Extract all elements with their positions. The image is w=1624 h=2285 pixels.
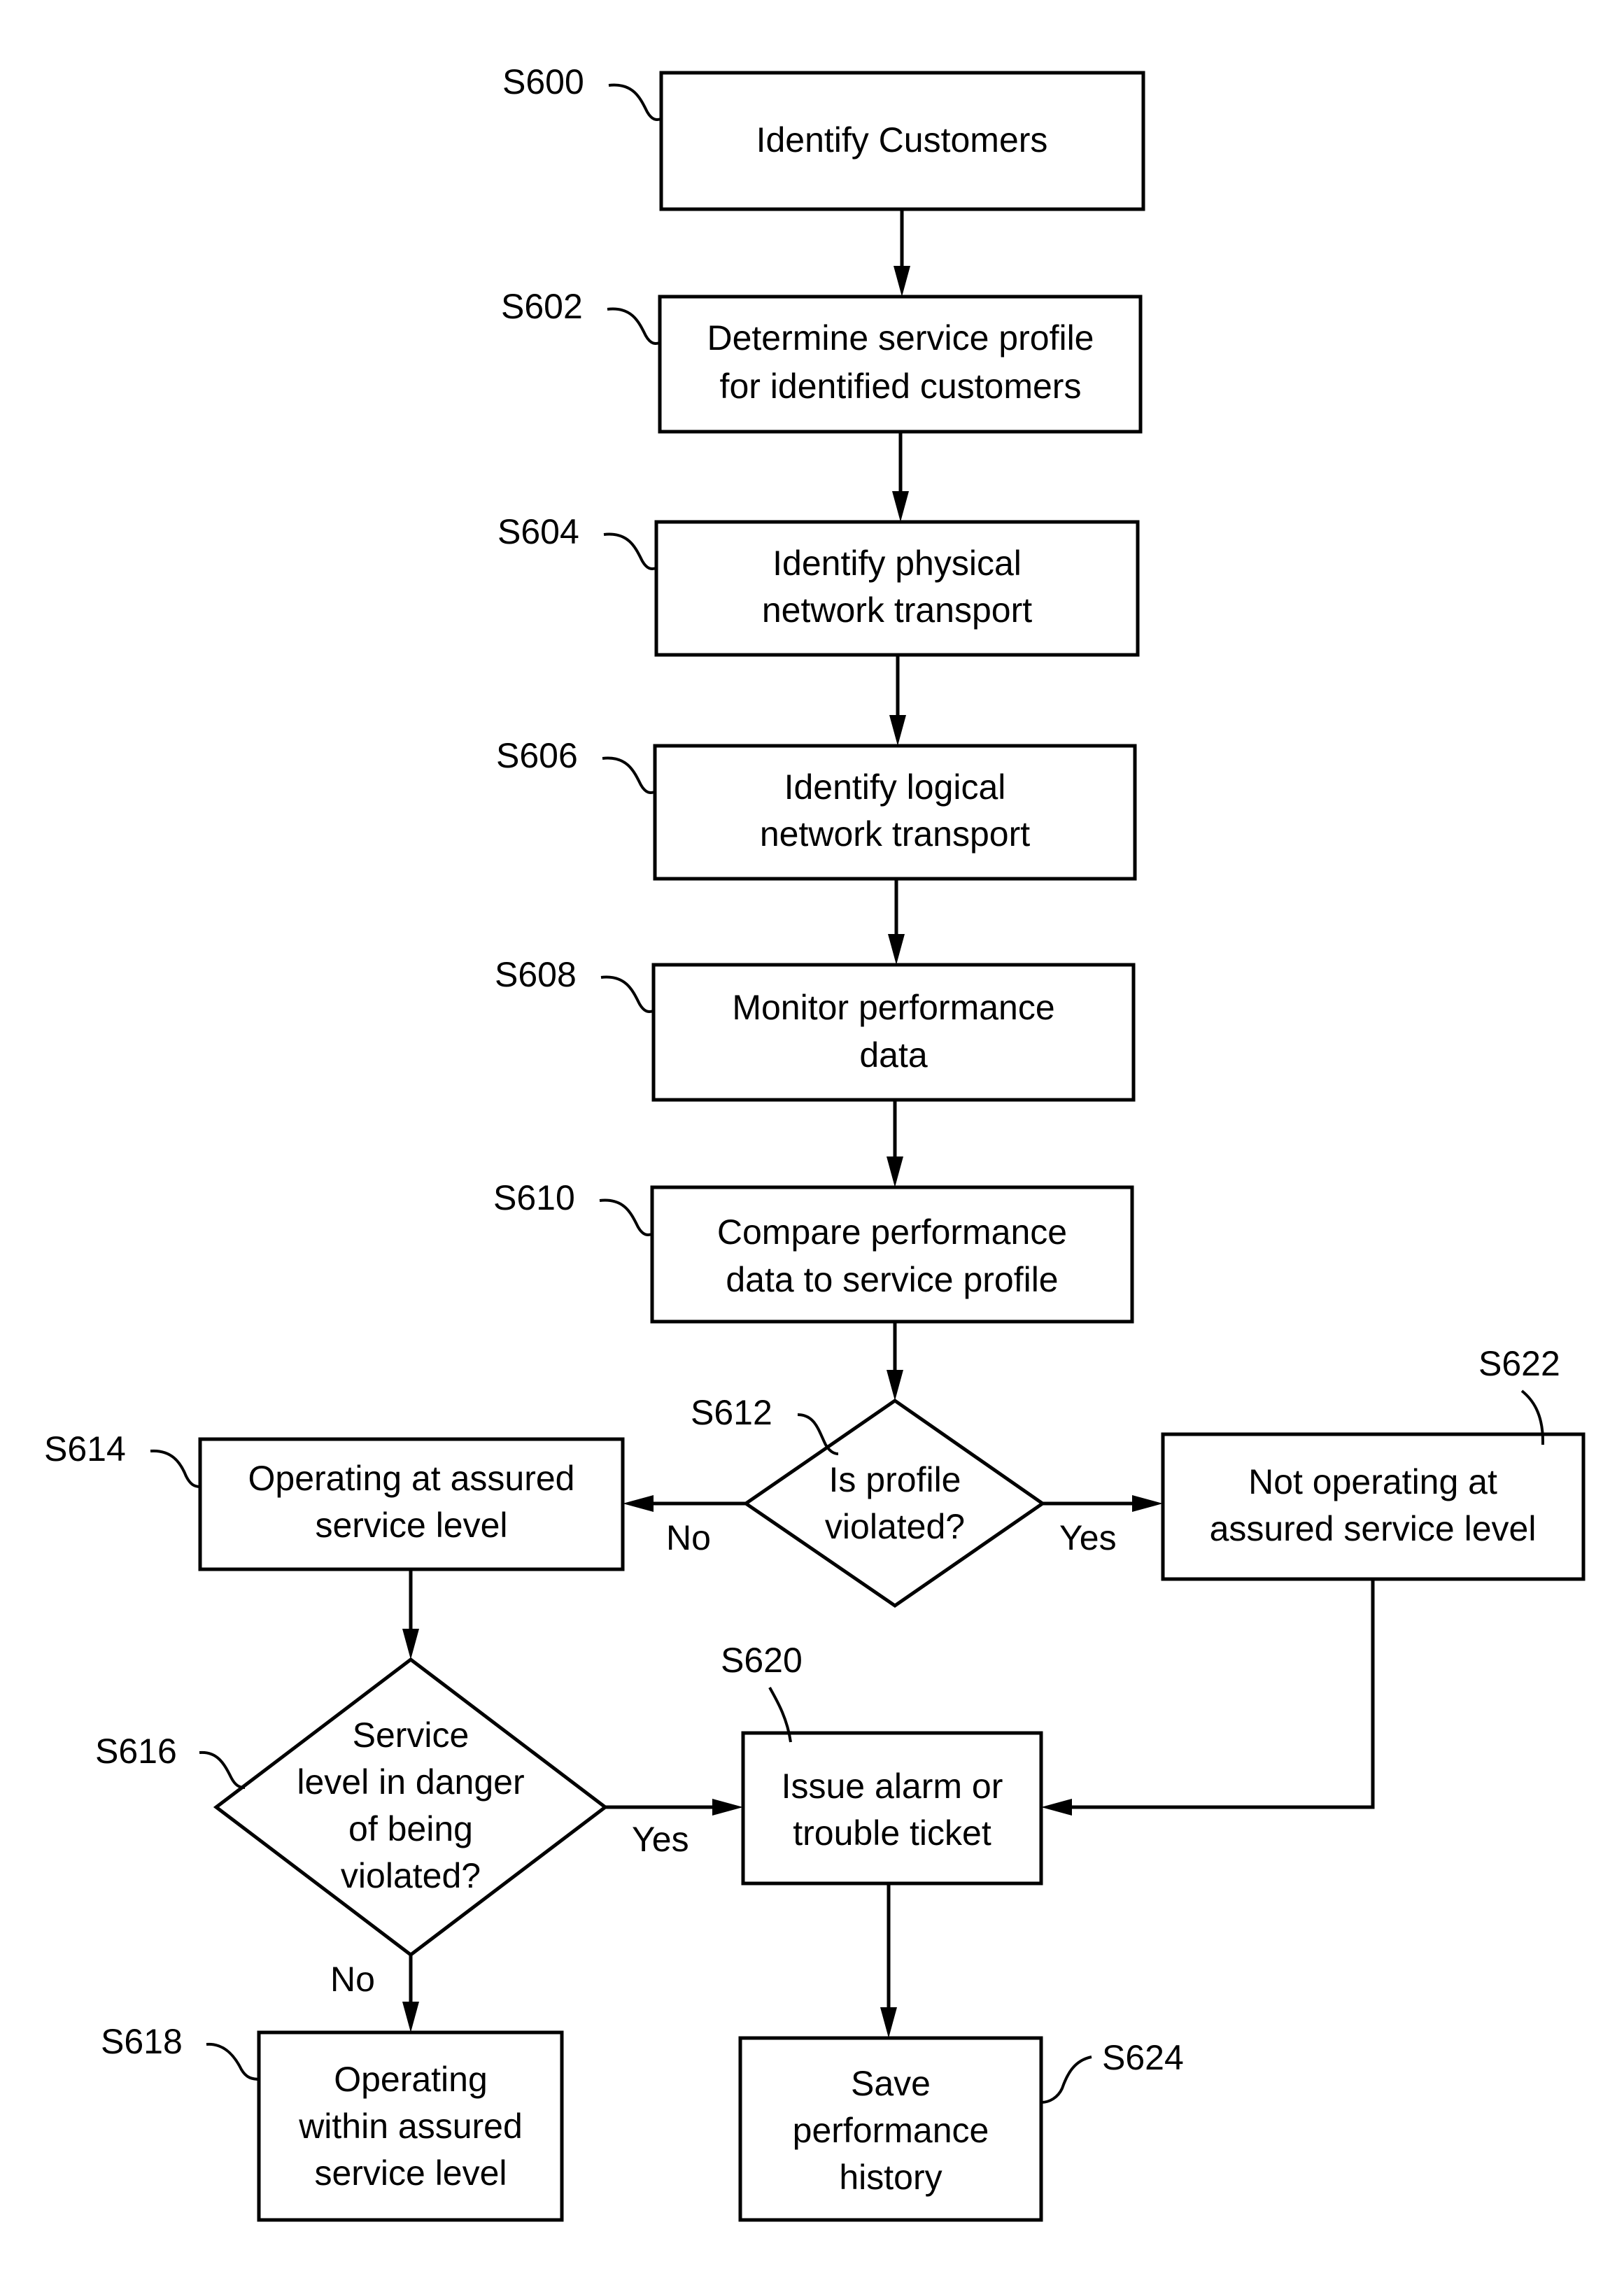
arrowhead [402, 2002, 419, 2032]
step-s614: Operating at assured service level S614 [44, 1429, 625, 1571]
step-ref-label: S616 [95, 1732, 177, 1771]
edge-label-no: No [330, 1960, 375, 1999]
decision-diamond [742, 1398, 1046, 1608]
step-ref-label: S608 [495, 955, 577, 994]
step-text-line-1: Not operating at [1248, 1462, 1497, 1501]
step-text-line-1: Operating at assured [248, 1459, 575, 1498]
leader-line [608, 83, 662, 121]
step-ref-label: S606 [496, 736, 578, 775]
decision-s616: Service level in danger of being violate… [95, 1657, 689, 1999]
step-box [1161, 1432, 1586, 1581]
decision-diamond [213, 1657, 609, 1958]
step-text-line-1: Monitor performance [732, 988, 1054, 1027]
step-s610: Compare performance data to service prof… [493, 1178, 1134, 1324]
decision-text-line-3: of being [348, 1809, 473, 1848]
step-text-line-1: Operating [334, 2060, 488, 2099]
flowchart: Identify Customers S600 Determine servic… [44, 62, 1586, 2222]
step-s608: Monitor performance data S608 [495, 955, 1136, 1102]
step-text-line-2: within assured [298, 2107, 523, 2146]
decision-text-line-1: Is profile [829, 1460, 961, 1499]
step-ref-label: S610 [493, 1178, 575, 1217]
step-s602: Determine service profile for identified… [501, 287, 1143, 434]
step-s620: Issue alarm or trouble ticket S620 [721, 1641, 1043, 1886]
arrowhead [712, 1799, 743, 1816]
step-s618: Operating within assured service level S… [101, 2022, 564, 2222]
step-ref-label: S604 [497, 512, 579, 551]
decision-text-line-1: Service [353, 1715, 469, 1755]
step-s604: Identify physical network transport S604 [497, 512, 1140, 657]
arrowhead [892, 491, 909, 522]
step-ref-label: S614 [44, 1429, 126, 1469]
step-box [650, 1185, 1134, 1324]
step-text-line-1: Identify physical [772, 544, 1022, 583]
edge-s622-s620 [1072, 1579, 1375, 1809]
step-text-line-3: service level [314, 2153, 507, 2193]
step-text-line-1: Save [851, 2064, 931, 2103]
step-text: Identify Customers [756, 120, 1048, 160]
arrowhead [623, 1495, 654, 1512]
arrowhead [889, 715, 906, 746]
step-text-line-2: data to service profile [726, 1260, 1058, 1299]
leader-line [600, 975, 654, 1013]
arrowhead [1041, 1799, 1072, 1816]
step-ref-label: S624 [1102, 2038, 1184, 2077]
step-ref-label: S622 [1478, 1344, 1560, 1383]
step-box [651, 963, 1136, 1102]
step-text-line-2: service level [315, 1506, 507, 1545]
step-text-line-2: network transport [760, 814, 1030, 854]
leader-line [602, 756, 656, 794]
step-text-line-1: Issue alarm or [782, 1767, 1003, 1806]
step-ref-label: S612 [691, 1393, 772, 1432]
step-text-line-2: for identified customers [720, 367, 1082, 406]
step-text-line-2: network transport [762, 590, 1032, 630]
decision-text-line-2: violated? [825, 1507, 965, 1546]
decision-text-line-2: level in danger [297, 1762, 524, 1802]
step-ref-label: S600 [502, 62, 584, 101]
step-s622: Not operating at assured service level S… [1161, 1344, 1586, 1581]
step-s624: Save performance history S624 [738, 2036, 1184, 2222]
step-ref-label: S602 [501, 287, 583, 326]
leader-line [603, 532, 657, 570]
arrowhead [402, 1629, 419, 1660]
leader-line [607, 307, 661, 345]
step-text-line-1: Identify logical [784, 767, 1006, 807]
step-text-line-2: performance [793, 2111, 989, 2150]
arrowhead [888, 934, 905, 965]
step-ref-label: S618 [101, 2022, 183, 2061]
arrowhead [887, 1370, 903, 1401]
arrowhead [887, 1156, 903, 1187]
decision-s612: Is profile violated? S612 No Yes [666, 1393, 1117, 1608]
step-text-line-1: Determine service profile [707, 318, 1094, 358]
step-box [653, 744, 1137, 881]
step-ref-label: S620 [721, 1641, 803, 1680]
edge-label-no: No [666, 1518, 711, 1557]
step-text-line-1: Compare performance [717, 1212, 1067, 1252]
step-text-line-2: trouble ticket [793, 1813, 991, 1853]
arrowhead [880, 2007, 897, 2038]
arrowhead [1132, 1495, 1163, 1512]
edge-label-yes: Yes [1059, 1518, 1117, 1557]
step-box [741, 1731, 1043, 1886]
leader-line [199, 1750, 246, 1789]
arrowhead [894, 266, 910, 297]
step-s606: Identify logical network transport S606 [496, 736, 1137, 881]
leader-line [1040, 2056, 1092, 2104]
step-s600: Identify Customers S600 [502, 62, 1145, 211]
leader-line [206, 2042, 261, 2081]
step-text-line-2: assured service level [1210, 1509, 1537, 1548]
leader-line [599, 1198, 653, 1236]
leader-line [150, 1449, 201, 1488]
decision-text-line-4: violated? [341, 1856, 481, 1895]
edge-label-yes: Yes [632, 1820, 689, 1859]
step-text-line-3: history [839, 2158, 942, 2197]
step-box [654, 520, 1140, 657]
step-text-line-2: data [859, 1035, 928, 1075]
step-box [658, 295, 1143, 434]
